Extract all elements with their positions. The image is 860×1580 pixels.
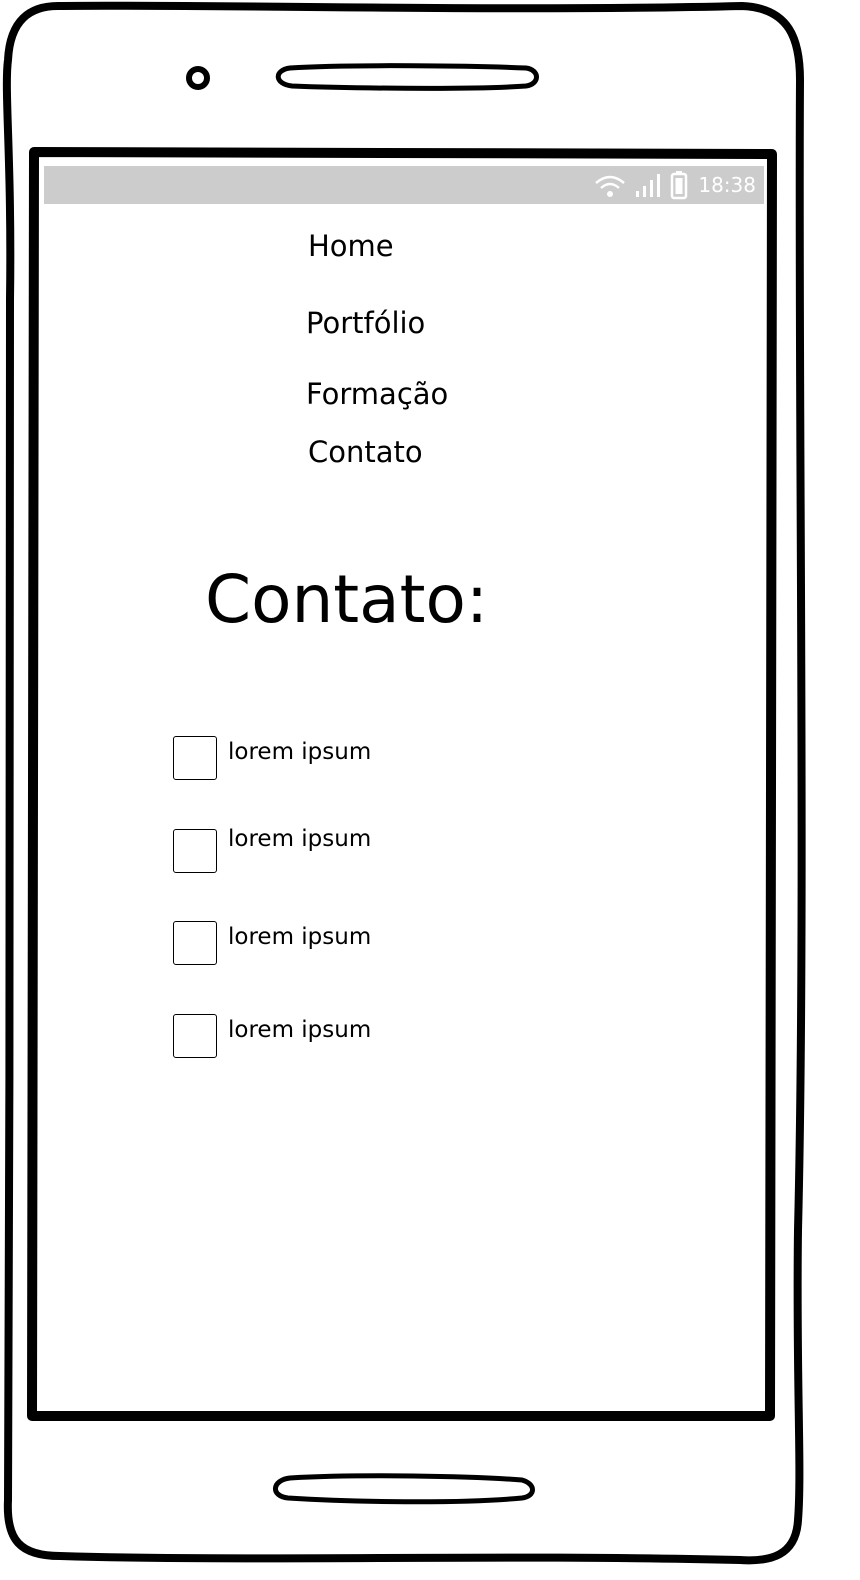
status-bar: 18:38 [44,166,764,204]
option-label: lorem ipsum [228,1017,372,1043]
page-title: Contato: [205,561,489,638]
option-row[interactable]: lorem ipsum [173,921,473,967]
checkbox[interactable] [173,736,217,780]
option-label: lorem ipsum [228,739,372,765]
wifi-icon [595,175,626,197]
battery-icon [671,171,688,200]
nav-item-portfolio[interactable]: Portfólio [306,305,425,341]
checkbox[interactable] [173,1014,217,1058]
option-row[interactable]: lorem ipsum [173,826,473,875]
checkbox[interactable] [173,921,217,965]
nav-item-contato[interactable]: Contato [308,434,423,470]
nav-item-formacao[interactable]: Formação [306,376,448,412]
home-button-icon [273,1473,535,1505]
nav-item-home[interactable]: Home [308,228,394,264]
status-icons: 18:38 [592,169,756,201]
screen-border [27,147,777,1421]
phone-frame [2,1,806,1565]
option-row[interactable]: lorem ipsum [173,1014,473,1060]
signal-icon [636,174,661,197]
option-row[interactable]: lorem ipsum [173,736,473,782]
speaker-icon [275,63,539,91]
status-time: 18:38 [698,173,756,197]
option-label: lorem ipsum [228,924,372,950]
checkbox[interactable] [173,829,217,873]
camera-icon [186,66,210,90]
phone-body-outline [2,1,806,1565]
option-label: lorem ipsum [228,826,372,852]
